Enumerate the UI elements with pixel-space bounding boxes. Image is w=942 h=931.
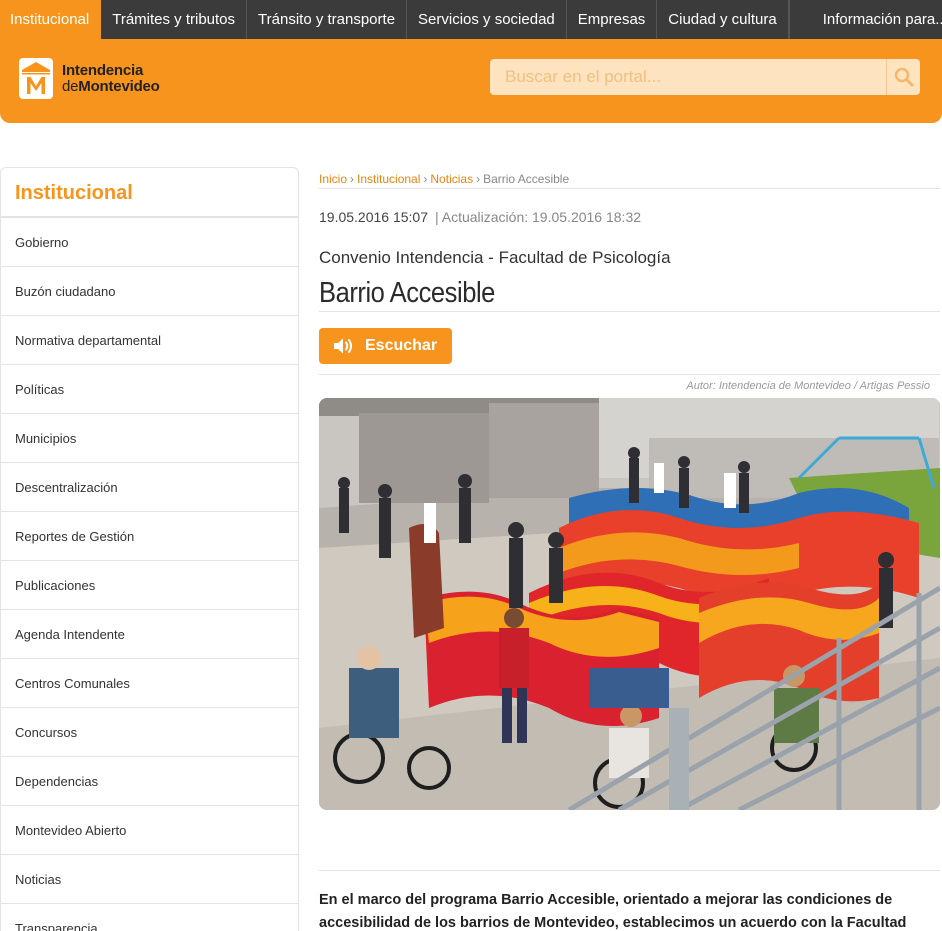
sidebar: Institucional Gobierno Buzón ciudadano N… <box>0 167 299 931</box>
top-navigation: Institucional Trámites y tributos Tránsi… <box>0 0 942 39</box>
search-input[interactable] <box>490 59 880 95</box>
nav-empresas[interactable]: Empresas <box>567 0 658 39</box>
breadcrumb-current: Barrio Accesible <box>483 172 570 186</box>
sidebar-item-noticias[interactable]: Noticias <box>1 855 298 904</box>
sidebar-item-politicas[interactable]: Políticas <box>1 365 298 414</box>
nav-cultura[interactable]: Ciudad y cultura <box>657 0 789 39</box>
listen-label: Escuchar <box>365 337 438 354</box>
sidebar-item-concursos[interactable]: Concursos <box>1 708 298 757</box>
search-button[interactable] <box>886 59 920 95</box>
site-logo[interactable]: Intendencia deMontevideo <box>19 58 160 99</box>
sidebar-item-transparencia[interactable]: Transparencia <box>1 904 298 931</box>
article-title: Barrio Accesible <box>319 274 940 312</box>
site-header: Intendencia deMontevideo <box>0 39 942 123</box>
breadcrumb-noticias[interactable]: Noticias <box>430 172 473 186</box>
article-lead: En el marco del programa Barrio Accesibl… <box>319 892 907 931</box>
article-title-text: Barrio Accesible <box>319 277 495 309</box>
logo-m-icon <box>19 58 53 99</box>
nav-servicios[interactable]: Servicios y sociedad <box>407 0 567 39</box>
article-dates: 19.05.2016 15:07 | Actualización: 19.05.2… <box>319 207 940 227</box>
sidebar-item-publicaciones[interactable]: Publicaciones <box>1 561 298 610</box>
speaker-icon <box>334 338 352 354</box>
search-icon <box>894 67 913 87</box>
logo-line-2-prefix: de <box>62 77 79 95</box>
logo-line-1: Intendencia <box>62 61 144 79</box>
article-photo <box>319 398 940 810</box>
updated-date: | Actualización: 19.05.2016 18:32 <box>435 209 642 225</box>
listen-button[interactable]: Escuchar <box>319 328 452 364</box>
breadcrumb-separator: › <box>476 172 481 186</box>
sidebar-item-descentralizacion[interactable]: Descentralización <box>1 463 298 512</box>
nav-tramites[interactable]: Trámites y tributos <box>101 0 248 39</box>
sidebar-item-municipios[interactable]: Municipios <box>1 414 298 463</box>
sidebar-item-reportes[interactable]: Reportes de Gestión <box>1 512 298 561</box>
sidebar-item-agenda[interactable]: Agenda Intendente <box>1 610 298 659</box>
nav-transito[interactable]: Tránsito y transporte <box>247 0 408 39</box>
logo-line-2: deMontevideo <box>62 77 160 95</box>
logo-text: Intendencia deMontevideo <box>62 61 160 95</box>
breadcrumb-separator: › <box>350 172 355 186</box>
sidebar-item-dependencias[interactable]: Dependencias <box>1 757 298 806</box>
photo-credit: Autor: Intendencia de Montevideo / Artig… <box>319 374 940 398</box>
photo-illustration <box>319 398 940 810</box>
breadcrumb: Inicio › Institucional › Noticias › Barrio Acc… <box>319 169 940 189</box>
sidebar-item-centros[interactable]: Centros Comunales <box>1 659 298 708</box>
nav-informacion-label: Información para... <box>822 11 942 28</box>
sidebar-item-normativa[interactable]: Normativa departamental <box>1 316 298 365</box>
sidebar-title: Institucional <box>1 168 298 218</box>
sidebar-item-montevideo-abierto[interactable]: Montevideo Abierto <box>1 806 298 855</box>
article-subtitle: Convenio Intendencia - Facultad de Psico… <box>319 248 671 267</box>
search-box <box>490 59 920 95</box>
nav-institucional[interactable]: Institucional <box>0 0 102 39</box>
main-content: Inicio › Institucional › Noticias › Barrio Acc… <box>319 167 940 931</box>
breadcrumb-inicio[interactable]: Inicio <box>319 172 347 186</box>
logo-line-2-name: Montevideo <box>78 77 160 95</box>
published-date: 19.05.2016 15:07 <box>319 209 428 225</box>
sidebar-item-gobierno[interactable]: Gobierno <box>1 218 298 267</box>
breadcrumb-separator: › <box>423 172 428 186</box>
nav-informacion-para[interactable]: Información para... <box>788 0 942 39</box>
sidebar-item-buzon[interactable]: Buzón ciudadano <box>1 267 298 316</box>
breadcrumb-institucional[interactable]: Institucional <box>357 172 420 186</box>
content-divider <box>319 870 940 871</box>
